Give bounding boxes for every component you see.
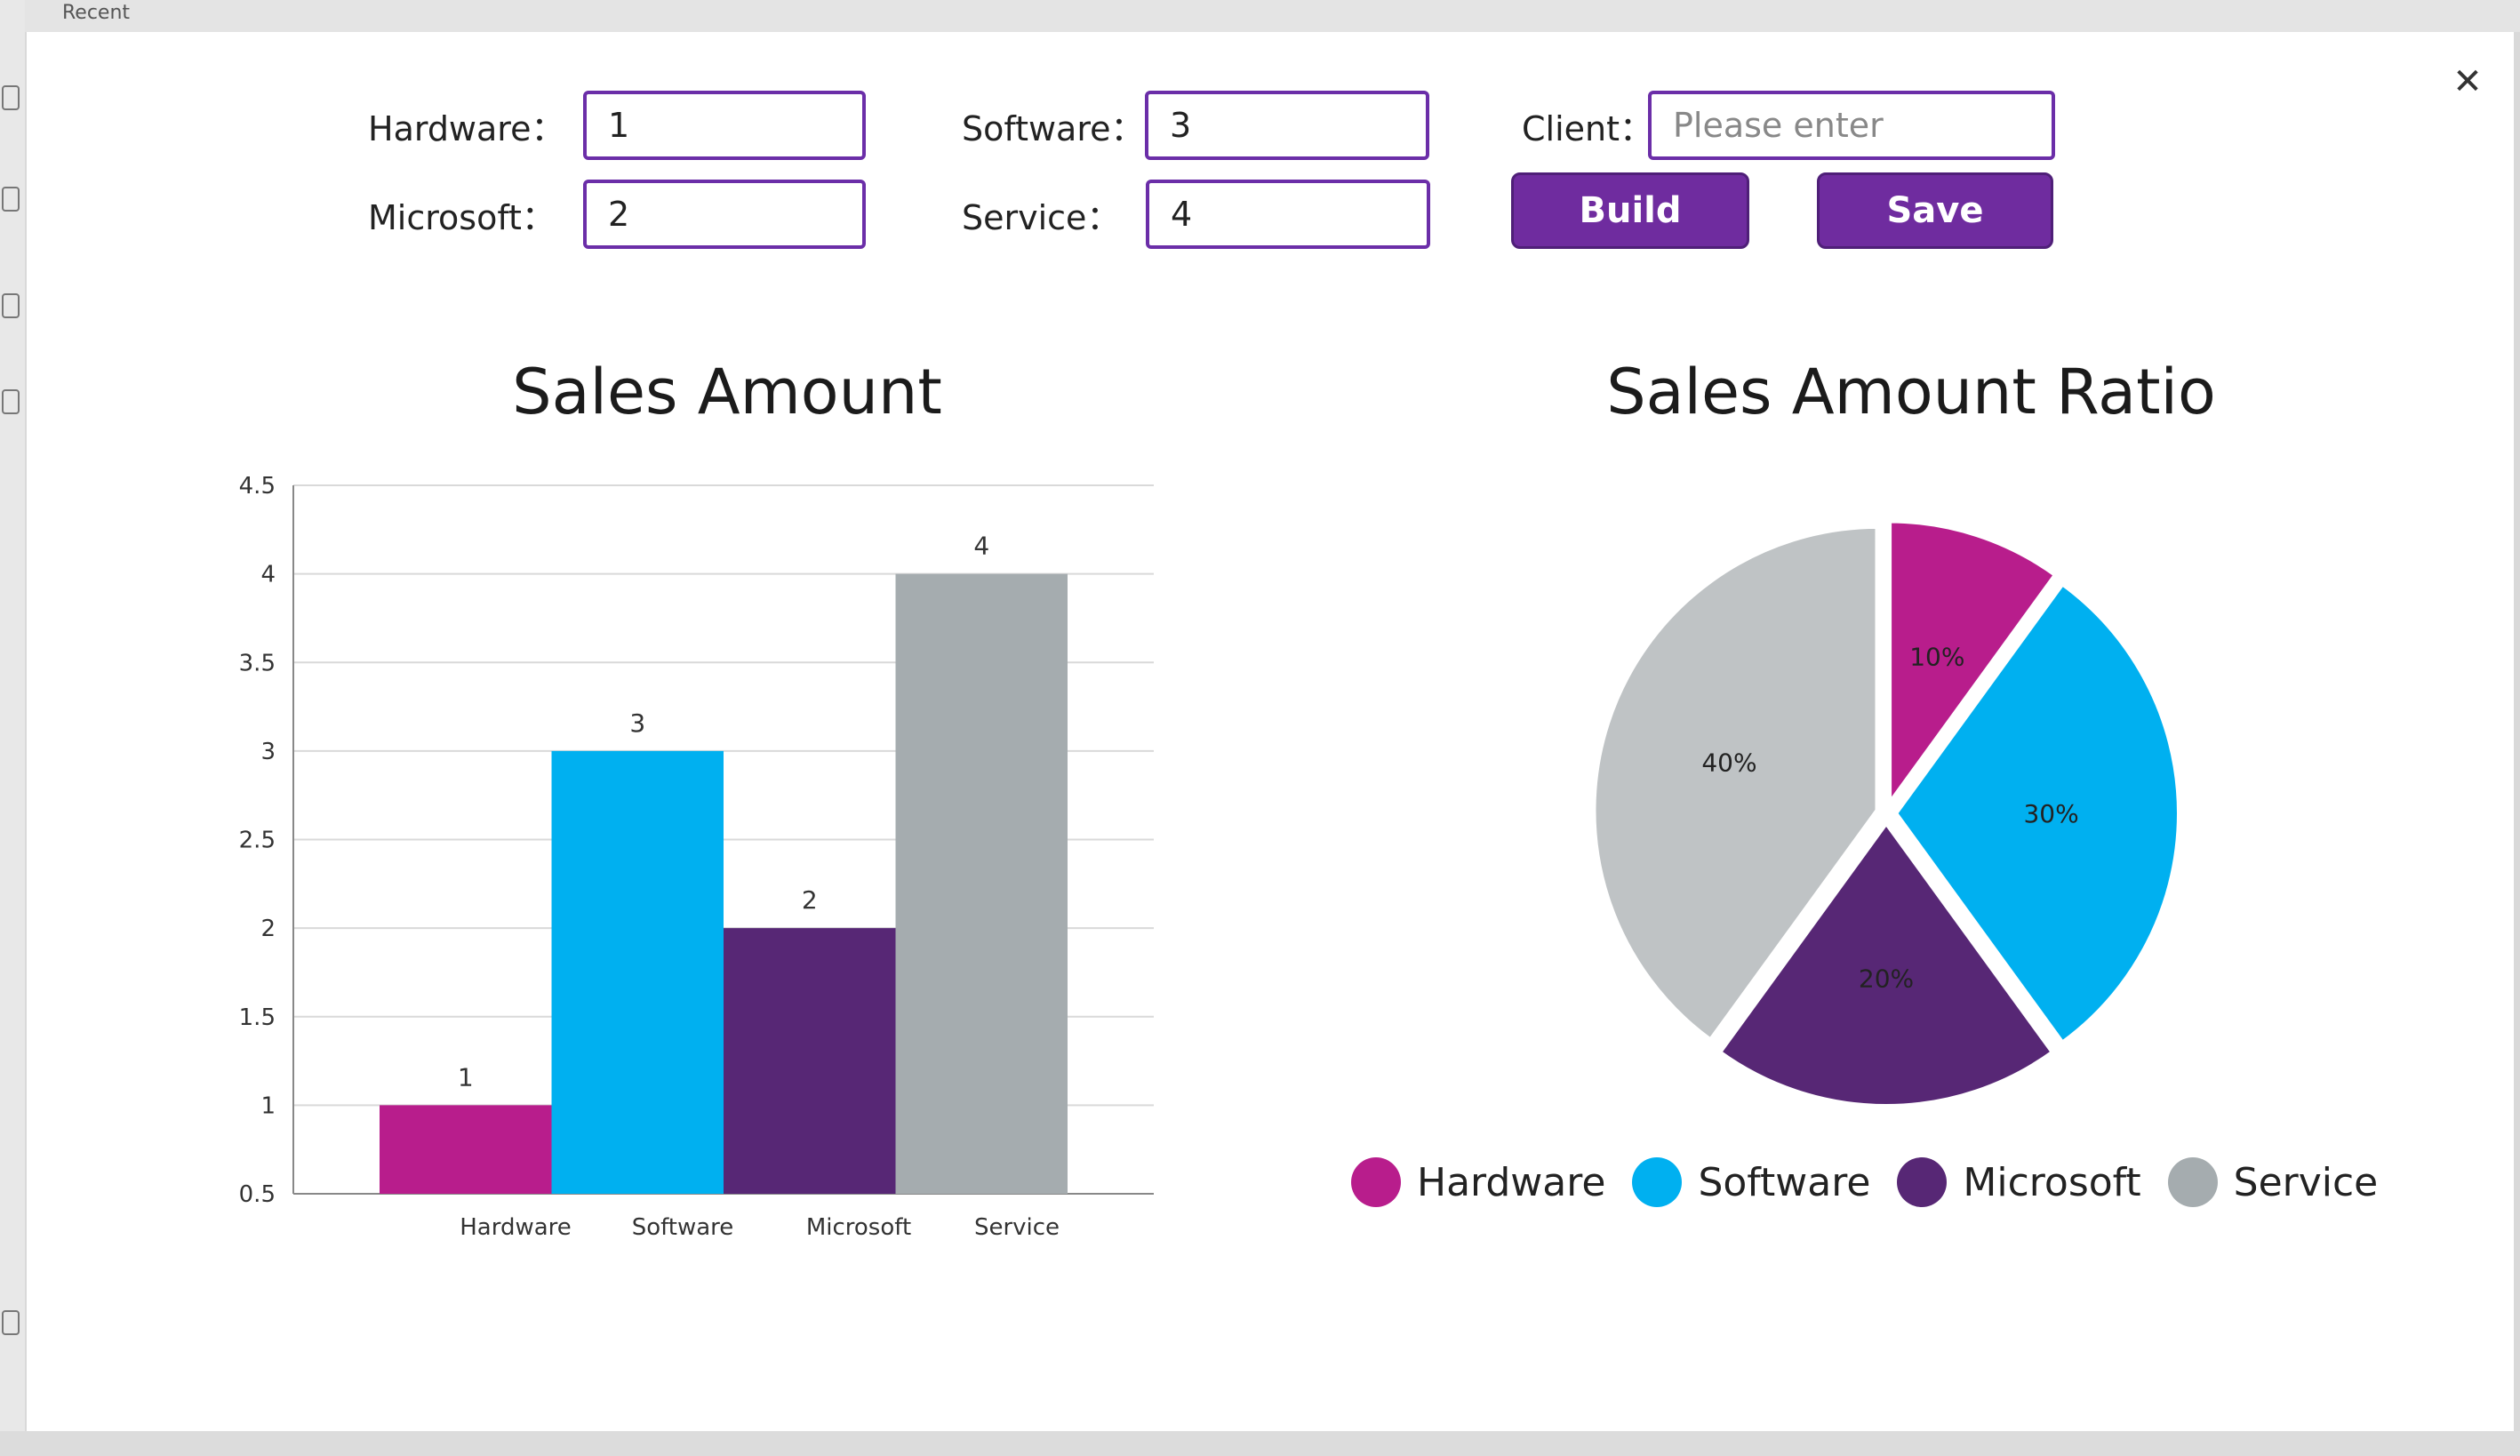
pie-chart: 10% 30% 20% 40% [1590, 517, 2182, 1109]
legend-swatch-microsoft [1897, 1157, 1948, 1207]
pie-legend: Hardware Software Microsoft Service [1351, 1147, 2404, 1218]
pie-data-label: 40% [1701, 748, 1756, 778]
legend-label: Hardware [1417, 1159, 1606, 1205]
legend-item-hardware: Hardware [1351, 1157, 1605, 1207]
legend-item-software: Software [1632, 1157, 1870, 1207]
legend-swatch-hardware [1351, 1157, 1401, 1207]
legend-swatch-service [2167, 1157, 2218, 1207]
pie-data-label: 30% [2023, 799, 2078, 828]
legend-label: Microsoft [1963, 1159, 2141, 1205]
legend-label: Service [2233, 1159, 2379, 1205]
legend-label: Software [1698, 1159, 1871, 1205]
legend-item-microsoft: Microsoft [1897, 1157, 2141, 1207]
legend-swatch-software [1632, 1157, 1683, 1207]
pie-data-label: 10% [1909, 642, 1964, 671]
pie-data-label: 20% [1859, 964, 1914, 994]
legend-item-service: Service [2167, 1157, 2379, 1207]
